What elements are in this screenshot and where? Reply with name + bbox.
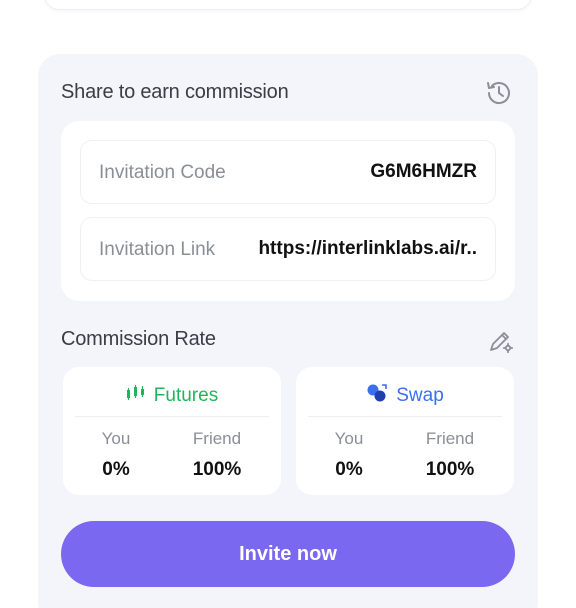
edit-settings-icon[interactable] bbox=[486, 326, 516, 356]
futures-rate-card: Futures You 0% Friend 100% bbox=[63, 367, 281, 495]
referral-panel: Share to earn commission Invitation Code… bbox=[38, 54, 538, 608]
divider bbox=[308, 416, 502, 417]
futures-label: Futures bbox=[153, 385, 219, 406]
futures-you-column: You 0% bbox=[71, 429, 161, 481]
invitation-code-row[interactable]: Invitation Code G6M6HMZR bbox=[80, 140, 496, 204]
invitation-link-label: Invitation Link bbox=[99, 239, 216, 260]
invitation-link-value[interactable]: https://interlinklabs.ai/r.. bbox=[258, 238, 477, 260]
swap-friend-column: Friend 100% bbox=[405, 429, 495, 481]
futures-friend-value: 100% bbox=[192, 459, 242, 480]
futures-header: Futures bbox=[63, 381, 281, 411]
previous-card bbox=[44, 0, 532, 10]
swap-rate-card: Swap You 0% Friend 100% bbox=[296, 367, 514, 495]
invitation-code-value[interactable]: G6M6HMZR bbox=[370, 161, 477, 183]
divider bbox=[75, 416, 269, 417]
invitation-code-label: Invitation Code bbox=[99, 162, 226, 183]
swap-you-label: You bbox=[334, 429, 364, 448]
swap-you-column: You 0% bbox=[304, 429, 394, 481]
futures-chart-icon bbox=[126, 384, 146, 408]
futures-you-value: 0% bbox=[102, 459, 130, 480]
commission-rate-title: Commission Rate bbox=[61, 328, 216, 350]
share-section-title: Share to earn commission bbox=[61, 81, 289, 103]
swap-label: Swap bbox=[396, 385, 444, 406]
swap-icon bbox=[366, 383, 388, 409]
invitation-card: Invitation Code G6M6HMZR Invitation Link… bbox=[61, 121, 515, 301]
futures-you-label: You bbox=[101, 429, 131, 448]
swap-you-value: 0% bbox=[335, 459, 363, 480]
futures-friend-column: Friend 100% bbox=[172, 429, 262, 481]
history-icon[interactable] bbox=[484, 78, 514, 108]
swap-header: Swap bbox=[296, 381, 514, 411]
futures-friend-label: Friend bbox=[192, 429, 242, 448]
invitation-link-row[interactable]: Invitation Link https://interlinklabs.ai… bbox=[80, 217, 496, 281]
swap-friend-value: 100% bbox=[425, 459, 475, 480]
swap-friend-label: Friend bbox=[425, 429, 475, 448]
invite-now-button[interactable]: Invite now bbox=[61, 521, 515, 587]
